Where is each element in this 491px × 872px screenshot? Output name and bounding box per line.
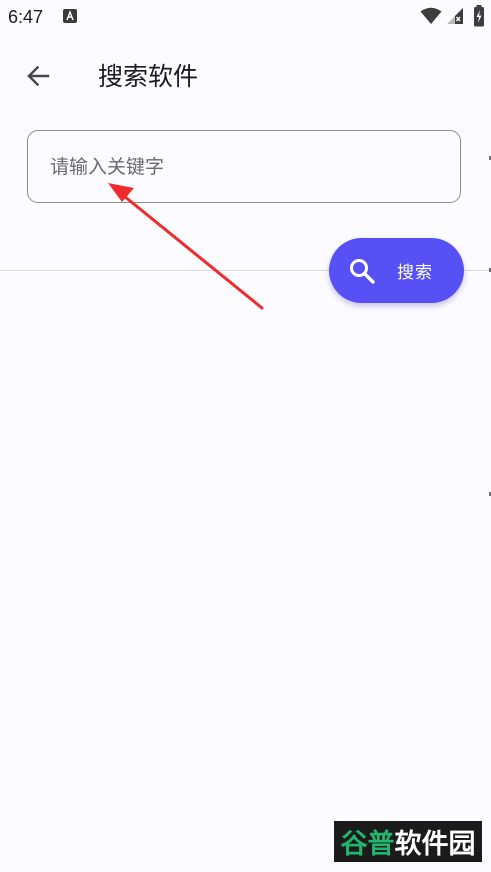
watermark-part1: 谷普 <box>340 829 395 860</box>
battery-charging-icon <box>473 5 485 31</box>
wifi-icon <box>420 7 442 29</box>
page-title: 搜索软件 <box>98 62 199 91</box>
search-input[interactable] <box>27 130 461 203</box>
status-bar: 6:47 <box>0 0 491 34</box>
app-notification-icon <box>63 9 77 23</box>
status-time: 6:47 <box>8 7 44 27</box>
search-icon <box>348 257 376 285</box>
back-button[interactable] <box>16 56 60 100</box>
signal-icon <box>446 7 464 29</box>
arrow-back-icon <box>25 63 51 93</box>
watermark-logo: 谷普 软件园 <box>334 821 482 862</box>
search-button-label: 搜索 <box>397 263 433 283</box>
watermark-part2: 软件园 <box>394 829 476 860</box>
search-button[interactable]: 搜索 <box>329 238 464 303</box>
